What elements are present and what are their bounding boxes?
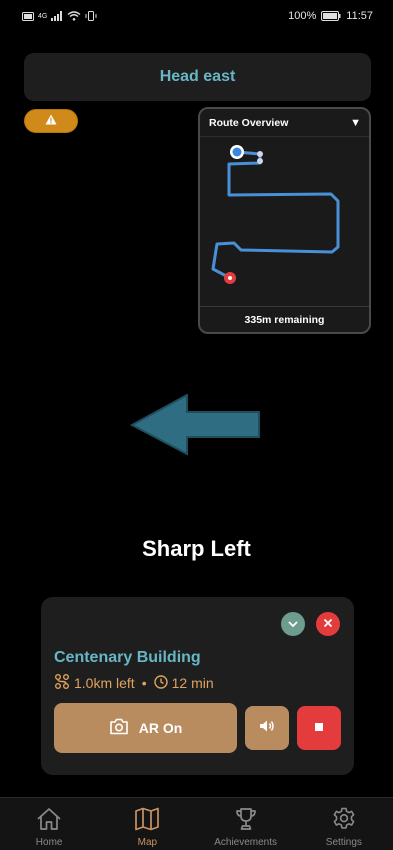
destination-name: Centenary Building [54,649,201,666]
nav-home-label: Home [35,837,63,848]
stop-icon [314,719,324,737]
camera-icon [109,718,129,738]
signal-icon [51,11,63,21]
sound-button[interactable] [245,706,289,750]
distance-left: 1.0km left [74,675,135,691]
chevron-down-icon [288,615,298,633]
battery-percent: 100% [288,10,317,22]
status-bar: 4G 100% 11:57 [0,0,393,32]
maneuver-label: Sharp Left [142,536,251,561]
destination-pin-center [228,276,232,280]
vibrate-icon [85,11,97,21]
current-location-dot [232,147,242,157]
nav-home[interactable]: Home [0,798,98,850]
warning-button[interactable] [24,109,78,133]
meta-separator: • [141,675,147,691]
route-remaining: 335m remaining [200,306,369,332]
destination-panel: Centenary Building 1.0km left • 12 min A… [41,597,354,775]
left-arrow-icon [129,394,260,456]
clock: 11:57 [346,10,373,22]
route-overview-card: Route Overview ▼ 335m remaining [198,107,371,334]
warning-icon [45,112,57,130]
route-icon [54,674,70,692]
network-type: 4G [38,12,48,20]
collapse-triangle-icon[interactable]: ▼ [350,117,361,129]
home-icon [36,807,62,834]
map-icon [134,807,160,834]
instruction-text: Head east [159,68,236,85]
route-remaining-text: 335m remaining [244,313,325,326]
speaker-icon [259,719,275,738]
clock-icon [153,674,168,692]
gear-icon [331,807,357,834]
stop-button[interactable] [297,706,341,750]
route-map[interactable] [200,137,369,309]
waypoint-dot [257,151,263,157]
status-right: 100% 11:57 [288,10,373,22]
waypoint-dot [257,158,263,164]
collapse-button[interactable] [281,612,305,636]
sim-icon [22,11,34,21]
ar-toggle-label: AR On [138,720,183,736]
route-line [211,150,340,280]
duration: 12 min [171,675,214,691]
instruction-card: Head east [24,53,371,101]
route-overview-header[interactable]: Route Overview ▼ [200,109,369,137]
destination-meta: 1.0km left • 12 min [54,674,214,692]
nav-settings-label: Settings [325,837,362,848]
status-left: 4G [22,11,97,21]
nav-achievements-label: Achievements [214,837,278,848]
nav-map-label: Map [137,837,158,848]
wifi-icon [67,11,81,21]
nav-settings[interactable]: Settings [295,798,393,850]
ar-toggle-button[interactable]: AR On [54,703,237,753]
nav-achievements[interactable]: Achievements [197,798,295,850]
route-overview-title: Route Overview [209,116,289,129]
close-icon [323,615,333,633]
close-button[interactable] [316,612,340,636]
bottom-nav: Home Map Achievements Settings [0,797,393,850]
trophy-icon [233,807,259,834]
nav-map[interactable]: Map [98,798,196,850]
battery-icon [321,11,341,21]
